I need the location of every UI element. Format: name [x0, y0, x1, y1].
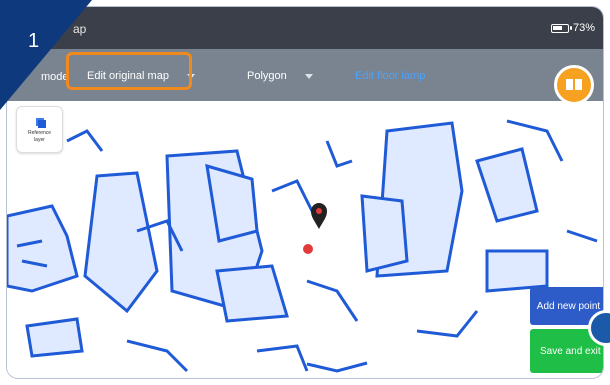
reference-layer-button[interactable]: Reference layer	[16, 106, 63, 153]
map-pin-icon	[311, 203, 327, 229]
book-icon[interactable]	[554, 65, 594, 105]
map-region	[25, 317, 84, 358]
map-region	[360, 194, 409, 273]
robot-dot	[303, 244, 313, 254]
map-wall	[566, 229, 598, 243]
map-wall	[126, 339, 189, 373]
step-number: 1	[28, 30, 40, 52]
screenshot-frame: ap 73% mode Edit original map Polygon Ed…	[0, 0, 610, 385]
layers-icon	[35, 117, 46, 128]
battery-percentage: 73%	[572, 22, 595, 34]
map-wall	[271, 179, 314, 212]
occupancy-map	[7, 119, 598, 373]
map-region	[7, 204, 79, 293]
map-wall	[306, 279, 359, 322]
battery-icon	[550, 23, 572, 33]
edit-floor-lamp-button[interactable]: Edit floor lamp	[355, 65, 435, 87]
shape-value: Polygon	[247, 70, 287, 82]
map-wall	[256, 344, 309, 372]
open-book-icon	[566, 79, 582, 90]
battery-fill	[552, 25, 562, 30]
map-region	[83, 171, 159, 314]
map-wall	[306, 361, 368, 373]
reference-layer-label-2: layer	[34, 136, 45, 143]
reference-layer-label-1: Reference	[27, 129, 52, 136]
map-canvas[interactable]	[7, 101, 603, 378]
map-region	[475, 147, 539, 223]
map-wall	[416, 310, 479, 338]
shape-dropdown[interactable]: Polygon	[247, 65, 343, 87]
highlight-box	[66, 52, 192, 90]
map-wall	[325, 140, 353, 168]
map-wall	[66, 129, 104, 152]
map-region	[485, 249, 549, 293]
map-region	[215, 264, 289, 323]
status-bar: ap 73%	[7, 7, 603, 49]
battery-status: 73%	[550, 22, 595, 34]
chevron-down-icon	[304, 73, 313, 79]
